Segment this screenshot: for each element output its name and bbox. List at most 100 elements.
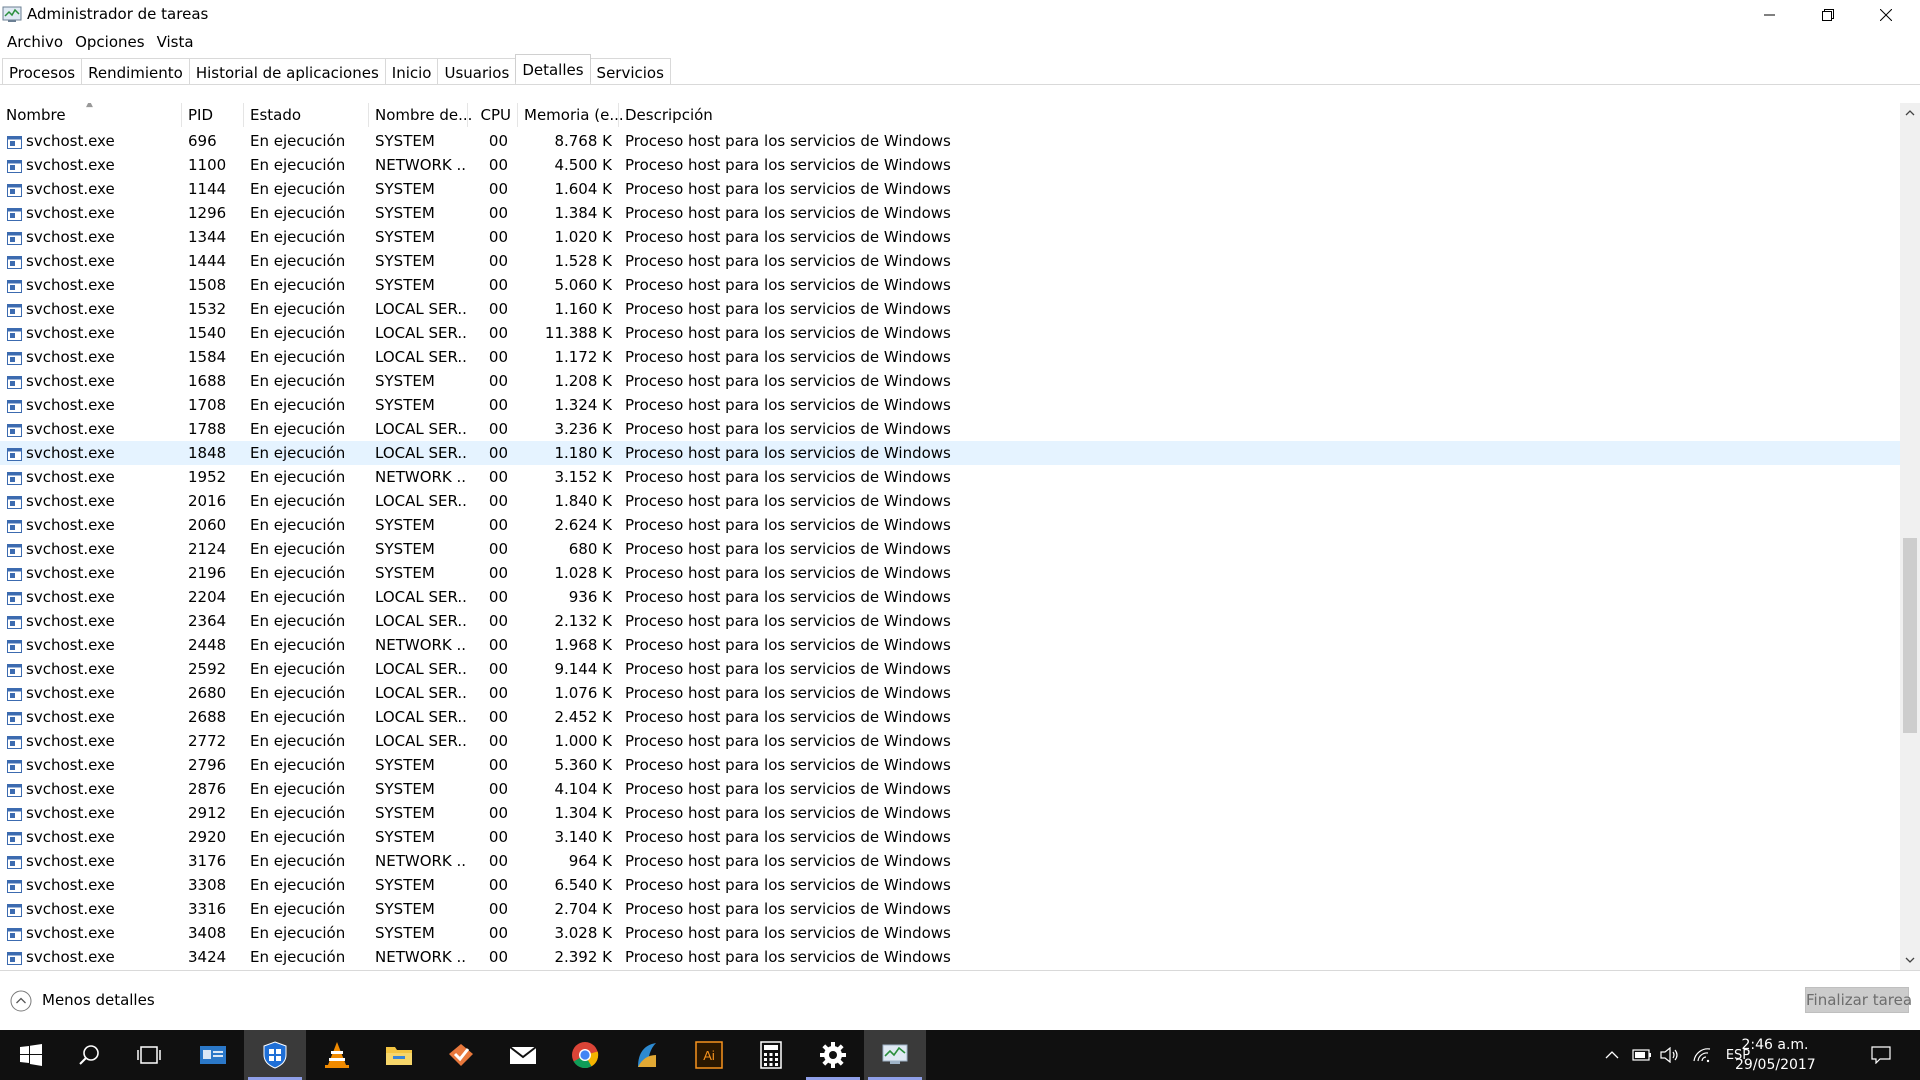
- column-header-user[interactable]: Nombre de...: [369, 103, 472, 127]
- taskbar-mail[interactable]: [492, 1030, 554, 1080]
- less-details-link[interactable]: Menos detalles: [42, 991, 155, 1009]
- taskbar-task-app[interactable]: [430, 1030, 492, 1080]
- table-row[interactable]: svchost.exe 1848 En ejecución LOCAL SER... 0…: [0, 441, 1900, 465]
- table-row[interactable]: svchost.exe 2448 En ejecución NETWORK ... 00…: [0, 633, 1900, 657]
- table-row[interactable]: svchost.exe 1100 En ejecución NETWORK ... 00…: [0, 153, 1900, 177]
- illustrator-icon: Ai: [695, 1041, 723, 1069]
- table-row[interactable]: svchost.exe 1688 En ejecución SYSTEM 00 1.208…: [0, 369, 1900, 393]
- table-row[interactable]: svchost.exe 2196 En ejecución SYSTEM 00 1.028…: [0, 561, 1900, 585]
- table-row[interactable]: svchost.exe 1444 En ejecución SYSTEM 00 1.528…: [0, 249, 1900, 273]
- minimize-button[interactable]: [1742, 0, 1798, 30]
- column-header-memory[interactable]: Memoria (e...: [518, 103, 624, 127]
- taskbar-illustrator[interactable]: Ai: [678, 1030, 740, 1080]
- collapse-circle-icon[interactable]: [10, 990, 32, 1012]
- table-row[interactable]: svchost.exe 2060 En ejecución SYSTEM 00 2.624…: [0, 513, 1900, 537]
- menu-vista[interactable]: Vista: [151, 30, 200, 54]
- table-row[interactable]: svchost.exe 3176 En ejecución NETWORK ... 00…: [0, 849, 1900, 873]
- tab-rendimiento[interactable]: Rendimiento: [81, 58, 190, 84]
- cell-memory: 5.360 K: [554, 756, 612, 774]
- start-button[interactable]: [0, 1030, 62, 1080]
- table-row[interactable]: svchost.exe 1788 En ejecución LOCAL SER... 0…: [0, 417, 1900, 441]
- table-row[interactable]: svchost.exe 2204 En ejecución LOCAL SER... 0…: [0, 585, 1900, 609]
- process-icon: [7, 830, 22, 845]
- table-row[interactable]: svchost.exe 2016 En ejecución LOCAL SER... 0…: [0, 489, 1900, 513]
- table-row[interactable]: svchost.exe 1508 En ejecución SYSTEM 00 5.060…: [0, 273, 1900, 297]
- menu-archivo[interactable]: Archivo: [1, 30, 69, 54]
- column-header-status[interactable]: Estado: [244, 103, 369, 127]
- table-row[interactable]: svchost.exe 2920 En ejecución SYSTEM 00 3.140…: [0, 825, 1900, 849]
- table-row[interactable]: svchost.exe 3408 En ejecución SYSTEM 00 3.028…: [0, 921, 1900, 945]
- cell-cpu: 00: [488, 852, 508, 870]
- taskbar-contacts-app[interactable]: [182, 1030, 244, 1080]
- table-row[interactable]: svchost.exe 2364 En ejecución LOCAL SER... 0…: [0, 609, 1900, 633]
- column-header-description[interactable]: Descripción: [619, 103, 1019, 127]
- taskbar-settings[interactable]: [802, 1030, 864, 1080]
- cell-cpu: 00: [488, 588, 508, 606]
- cell-name: svchost.exe: [26, 828, 115, 846]
- reader-app-icon: [638, 1043, 656, 1067]
- taskbar-shield-app[interactable]: [244, 1030, 306, 1080]
- volume-tray[interactable]: [1658, 1030, 1682, 1080]
- clock[interactable]: 2:46 a.m. 29/05/2017: [1735, 1035, 1816, 1075]
- cell-description: Proceso host para los servicios de Windo…: [625, 636, 951, 654]
- table-row[interactable]: svchost.exe 1296 En ejecución SYSTEM 00 1.384…: [0, 201, 1900, 225]
- taskbar-task-manager[interactable]: [864, 1030, 926, 1080]
- scroll-down-button[interactable]: [1900, 950, 1920, 970]
- end-task-button[interactable]: Finalizar tarea: [1805, 987, 1912, 1013]
- wifi-icon: [1693, 1048, 1711, 1063]
- vertical-scrollbar[interactable]: [1900, 103, 1920, 970]
- network-tray[interactable]: [1690, 1030, 1714, 1080]
- title-bar[interactable]: Administrador de tareas: [0, 0, 1920, 30]
- table-row[interactable]: svchost.exe 1584 En ejecución LOCAL SER... 0…: [0, 345, 1900, 369]
- table-row[interactable]: svchost.exe 1708 En ejecución SYSTEM 00 1.324…: [0, 393, 1900, 417]
- table-row[interactable]: svchost.exe 2680 En ejecución LOCAL SER... 0…: [0, 681, 1900, 705]
- table-row[interactable]: svchost.exe 1344 En ejecución SYSTEM 00 1.020…: [0, 225, 1900, 249]
- table-row[interactable]: svchost.exe 2124 En ejecución SYSTEM 00 680 K…: [0, 537, 1900, 561]
- column-header-name[interactable]: Nombre ▲: [0, 103, 182, 127]
- show-hidden-icons-button[interactable]: [1600, 1030, 1624, 1080]
- table-row[interactable]: svchost.exe 1144 En ejecución SYSTEM 00 1.604…: [0, 177, 1900, 201]
- cell-name: svchost.exe: [26, 420, 115, 438]
- battery-tray[interactable]: [1630, 1030, 1654, 1080]
- tab-inicio[interactable]: Inicio: [384, 58, 439, 84]
- search-button[interactable]: [58, 1030, 120, 1080]
- close-button[interactable]: [1858, 0, 1914, 30]
- menu-opciones[interactable]: Opciones: [69, 30, 150, 54]
- taskbar-file-explorer[interactable]: [368, 1030, 430, 1080]
- table-row[interactable]: svchost.exe 2912 En ejecución SYSTEM 00 1.304…: [0, 801, 1900, 825]
- scroll-thumb[interactable]: [1903, 538, 1917, 733]
- cell-memory: 1.528 K: [554, 252, 612, 270]
- chevron-down-icon: [1905, 957, 1915, 963]
- table-row[interactable]: svchost.exe 2876 En ejecución SYSTEM 00 4.104…: [0, 777, 1900, 801]
- task-view-button[interactable]: [118, 1030, 180, 1080]
- table-row[interactable]: svchost.exe 3308 En ejecución SYSTEM 00 6.540…: [0, 873, 1900, 897]
- tab-procesos[interactable]: Procesos: [2, 58, 83, 84]
- table-row[interactable]: svchost.exe 1532 En ejecución LOCAL SER... 0…: [0, 297, 1900, 321]
- cell-pid: 1344: [188, 228, 227, 246]
- task-manager-app-icon: [2, 6, 22, 23]
- table-row[interactable]: svchost.exe 1540 En ejecución LOCAL SER... 0…: [0, 321, 1900, 345]
- taskbar-vlc[interactable]: [306, 1030, 368, 1080]
- table-row[interactable]: svchost.exe 2796 En ejecución SYSTEM 00 5.360…: [0, 753, 1900, 777]
- tab-servicios[interactable]: Servicios: [589, 58, 671, 84]
- table-row[interactable]: svchost.exe 1952 En ejecución NETWORK ... 00…: [0, 465, 1900, 489]
- tab-usuarios[interactable]: Usuarios: [437, 58, 517, 84]
- table-row[interactable]: svchost.exe 3424 En ejecución NETWORK ... 00…: [0, 945, 1900, 969]
- tab-historial[interactable]: Historial de aplicaciones: [188, 58, 386, 84]
- taskbar-calculator[interactable]: [740, 1030, 802, 1080]
- action-center-button[interactable]: [1866, 1030, 1896, 1080]
- column-header-pid[interactable]: PID: [182, 103, 244, 127]
- table-row[interactable]: svchost.exe 3316 En ejecución SYSTEM 00 2.704…: [0, 897, 1900, 921]
- table-row[interactable]: svchost.exe 2688 En ejecución LOCAL SER... 0…: [0, 705, 1900, 729]
- cell-pid: 3308: [188, 876, 227, 894]
- restore-button[interactable]: [1800, 0, 1856, 30]
- scroll-up-button[interactable]: [1900, 103, 1920, 123]
- column-header-cpu[interactable]: CPU: [468, 103, 518, 127]
- table-row[interactable]: svchost.exe 696 En ejecución SYSTEM 00 8.768 …: [0, 129, 1900, 153]
- taskbar-reader-app[interactable]: [616, 1030, 678, 1080]
- taskbar-chrome[interactable]: [554, 1030, 616, 1080]
- table-row[interactable]: svchost.exe 2592 En ejecución LOCAL SER... 0…: [0, 657, 1900, 681]
- table-row[interactable]: svchost.exe 2772 En ejecución LOCAL SER... 0…: [0, 729, 1900, 753]
- tab-detalles[interactable]: Detalles: [515, 54, 591, 82]
- cell-description: Proceso host para los servicios de Windo…: [625, 132, 951, 150]
